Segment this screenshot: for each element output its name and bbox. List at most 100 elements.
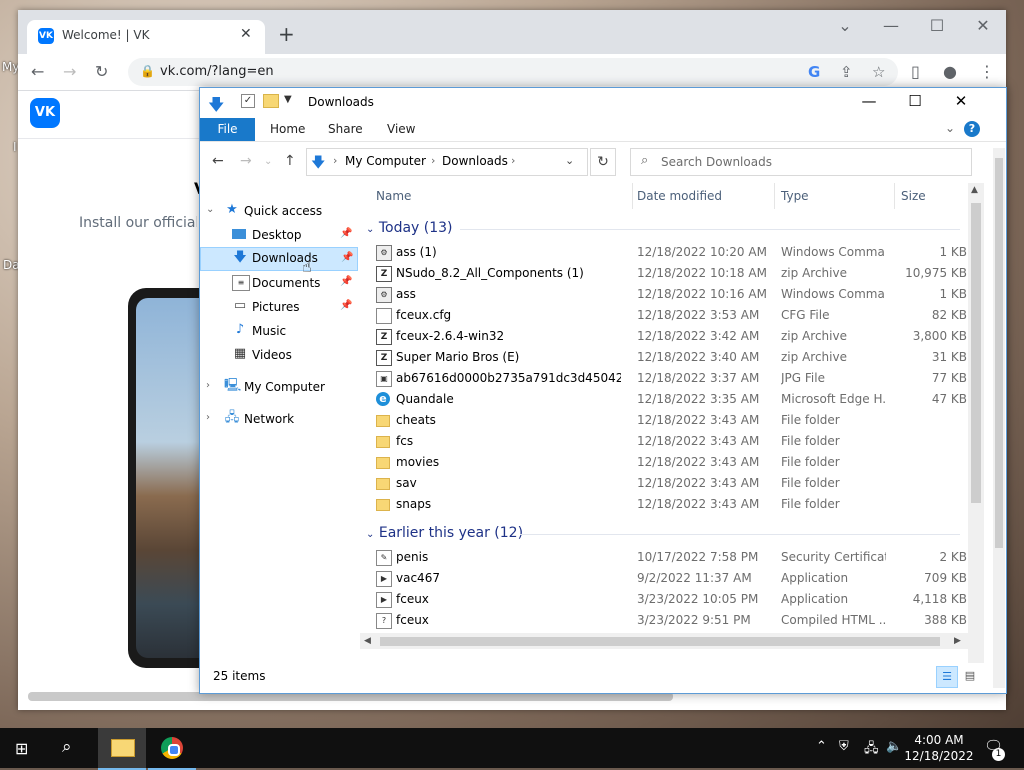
pin-icon[interactable]: 📌: [340, 228, 352, 239]
search-input[interactable]: [659, 152, 963, 172]
table-row[interactable]: cheats 12/18/2022 3:43 AM File folder: [368, 410, 968, 431]
large-icons-view-icon[interactable]: ▤: [960, 666, 980, 686]
pin-icon[interactable]: 📌: [340, 276, 352, 287]
chevron-up-icon[interactable]: ⌃: [816, 739, 827, 754]
chevron-right-icon[interactable]: ›: [333, 154, 337, 167]
sidebar-item-pictures[interactable]: ▭ Pictures 📌: [200, 296, 356, 318]
minimize-icon[interactable]: —: [846, 92, 892, 110]
tab-view[interactable]: View: [387, 122, 415, 136]
breadcrumb-downloads[interactable]: Downloads: [442, 154, 508, 168]
google-icon[interactable]: G: [808, 63, 820, 81]
table-row[interactable]: ▶ fceux 3/23/2022 10:05 PM Application 4,118…: [368, 589, 968, 610]
outer-vertical-scrollbar-thumb[interactable]: [995, 158, 1003, 548]
column-header-date[interactable]: Date modified: [637, 189, 722, 203]
download-arrow-icon[interactable]: 🡇: [208, 94, 224, 121]
table-row[interactable]: ▣ ab67616d0000b2735a791dc3d45042dbfbf... 1…: [368, 368, 968, 389]
security-icon[interactable]: ⛨: [839, 739, 849, 754]
column-divider[interactable]: [632, 183, 633, 209]
desktop-icon-label[interactable]: I: [13, 140, 17, 154]
refresh-button[interactable]: ↻: [590, 148, 616, 176]
close-icon[interactable]: ✕: [960, 16, 1006, 35]
details-view-icon[interactable]: ☰: [936, 666, 958, 688]
sidebar-item-music[interactable]: ♪ Music: [200, 320, 356, 342]
chevron-down-icon[interactable]: ⌄: [206, 204, 214, 215]
close-icon[interactable]: ✕: [938, 92, 984, 110]
scroll-right-icon[interactable]: ▶: [954, 636, 961, 646]
column-divider[interactable]: [774, 183, 775, 209]
search-box[interactable]: ⌕: [630, 148, 972, 176]
vertical-scrollbar-thumb[interactable]: [971, 203, 981, 503]
sidebar-item-videos[interactable]: ▦ Videos: [200, 344, 356, 366]
table-row[interactable]: snaps 12/18/2022 3:43 AM File folder: [368, 494, 968, 515]
address-bar[interactable]: 🔒 vk.com/?lang=en G ⇪ ☆: [128, 58, 898, 86]
chevron-down-icon[interactable]: ⌄: [565, 154, 574, 167]
clock[interactable]: 4:00 AM 12/18/2022: [900, 732, 978, 764]
table-row[interactable]: ⚙ ass 12/18/2022 10:16 AM Windows Comma... 1…: [368, 284, 968, 305]
search-icon[interactable]: ⌕: [62, 737, 72, 757]
forward-icon[interactable]: →: [240, 153, 252, 169]
scroll-left-icon[interactable]: ◀: [364, 636, 371, 646]
table-row[interactable]: ✎ penis 10/17/2022 7:58 PM Security Certifi…: [368, 547, 968, 568]
lock-icon[interactable]: 🔒: [140, 64, 155, 78]
table-row[interactable]: Zfceux-2.6.4-win32 12/18/2022 3:42 AM zip …: [368, 326, 968, 347]
sidebar-item-network[interactable]: › 🖧 Network: [200, 408, 356, 430]
table-row[interactable]: Z NSudo_8.2_All_Components (1) 12/18/2022 …: [368, 263, 968, 284]
table-row[interactable]: fcs 12/18/2022 3:43 AM File folder: [368, 431, 968, 452]
column-header-size[interactable]: Size: [901, 189, 926, 203]
up-icon[interactable]: ↑: [284, 153, 296, 169]
chevron-right-icon[interactable]: ›: [431, 154, 435, 167]
tab-close-icon[interactable]: ✕: [240, 26, 252, 42]
group-header-today[interactable]: ⌄ Today (13): [366, 220, 453, 236]
desktop-icon-label[interactable]: My: [2, 60, 19, 74]
tab-home[interactable]: Home: [270, 122, 305, 136]
chevron-down-icon[interactable]: ⌄: [366, 529, 374, 540]
table-row[interactable]: ▶ vac467 9/2/2022 11:37 AM Application 709 K…: [368, 568, 968, 589]
column-divider[interactable]: [894, 183, 895, 209]
horizontal-scrollbar-thumb[interactable]: [380, 637, 940, 646]
back-icon[interactable]: ←: [212, 153, 224, 169]
quick-access-dropdown-icon[interactable]: ▼: [284, 94, 292, 105]
breadcrumb[interactable]: 🡇 › My Computer › Downloads › ⌄: [306, 148, 588, 176]
browser-tab[interactable]: VK Welcome! | VK ✕: [27, 20, 265, 54]
maximize-icon[interactable]: ☐: [892, 92, 938, 110]
properties-check-icon[interactable]: ✓: [241, 94, 255, 108]
column-header-type[interactable]: Type: [781, 189, 809, 203]
star-icon[interactable]: ☆: [872, 63, 885, 81]
tab-share[interactable]: Share: [328, 122, 363, 136]
pin-icon[interactable]: 📌: [341, 252, 353, 263]
tab-search-icon[interactable]: ⌄: [822, 16, 868, 35]
new-folder-icon[interactable]: [263, 94, 279, 108]
sidebar-item-downloads[interactable]: 🡇 Downloads 📌: [200, 247, 358, 271]
taskbar-chrome[interactable]: [148, 728, 196, 770]
vk-logo[interactable]: VK: [30, 98, 60, 128]
table-row[interactable]: movies 12/18/2022 3:43 AM File folder: [368, 452, 968, 473]
taskbar-file-explorer[interactable]: [98, 728, 146, 770]
sidebar-item-quick-access[interactable]: ⌄ ★ Quick access: [200, 200, 356, 222]
sidebar-item-my-computer[interactable]: › 🖳 My Computer: [200, 376, 356, 398]
menu-icon[interactable]: ⋮: [979, 62, 995, 81]
new-tab-icon[interactable]: +: [278, 24, 295, 44]
sidebar-icon[interactable]: ▯: [911, 62, 920, 81]
chevron-down-icon[interactable]: ⌄: [366, 224, 374, 235]
table-row[interactable]: e Quandale 12/18/2022 3:35 AM Microsoft Edg…: [368, 389, 968, 410]
url-text[interactable]: vk.com/?lang=en: [160, 64, 274, 79]
table-row[interactable]: ⚙ ass (1) 12/18/2022 10:20 AM Windows Comma…: [368, 242, 968, 263]
back-icon[interactable]: ←: [31, 62, 44, 81]
windows-start-icon[interactable]: ⊞: [15, 739, 28, 758]
profile-icon[interactable]: ●: [943, 62, 957, 81]
chevron-right-icon[interactable]: ›: [206, 412, 210, 423]
column-header-name[interactable]: Name: [376, 189, 411, 203]
minimize-icon[interactable]: —: [868, 16, 914, 35]
table-row[interactable]: fceux.cfg 12/18/2022 3:53 AM CFG File 82 KB: [368, 305, 968, 326]
share-icon[interactable]: ⇪: [840, 63, 853, 81]
chevron-right-icon[interactable]: ›: [206, 380, 210, 391]
breadcrumb-my-computer[interactable]: My Computer: [345, 154, 426, 168]
reload-icon[interactable]: ↻: [95, 62, 108, 81]
help-icon[interactable]: ?: [964, 121, 980, 137]
scroll-up-icon[interactable]: ▲: [971, 185, 978, 195]
maximize-icon[interactable]: ☐: [914, 16, 960, 35]
chevron-down-icon[interactable]: ⌄: [945, 121, 955, 135]
sidebar-item-documents[interactable]: ≡ Documents 📌: [200, 272, 356, 294]
network-icon[interactable]: 🖧: [864, 739, 879, 761]
recent-locations-icon[interactable]: ⌄: [264, 156, 272, 167]
